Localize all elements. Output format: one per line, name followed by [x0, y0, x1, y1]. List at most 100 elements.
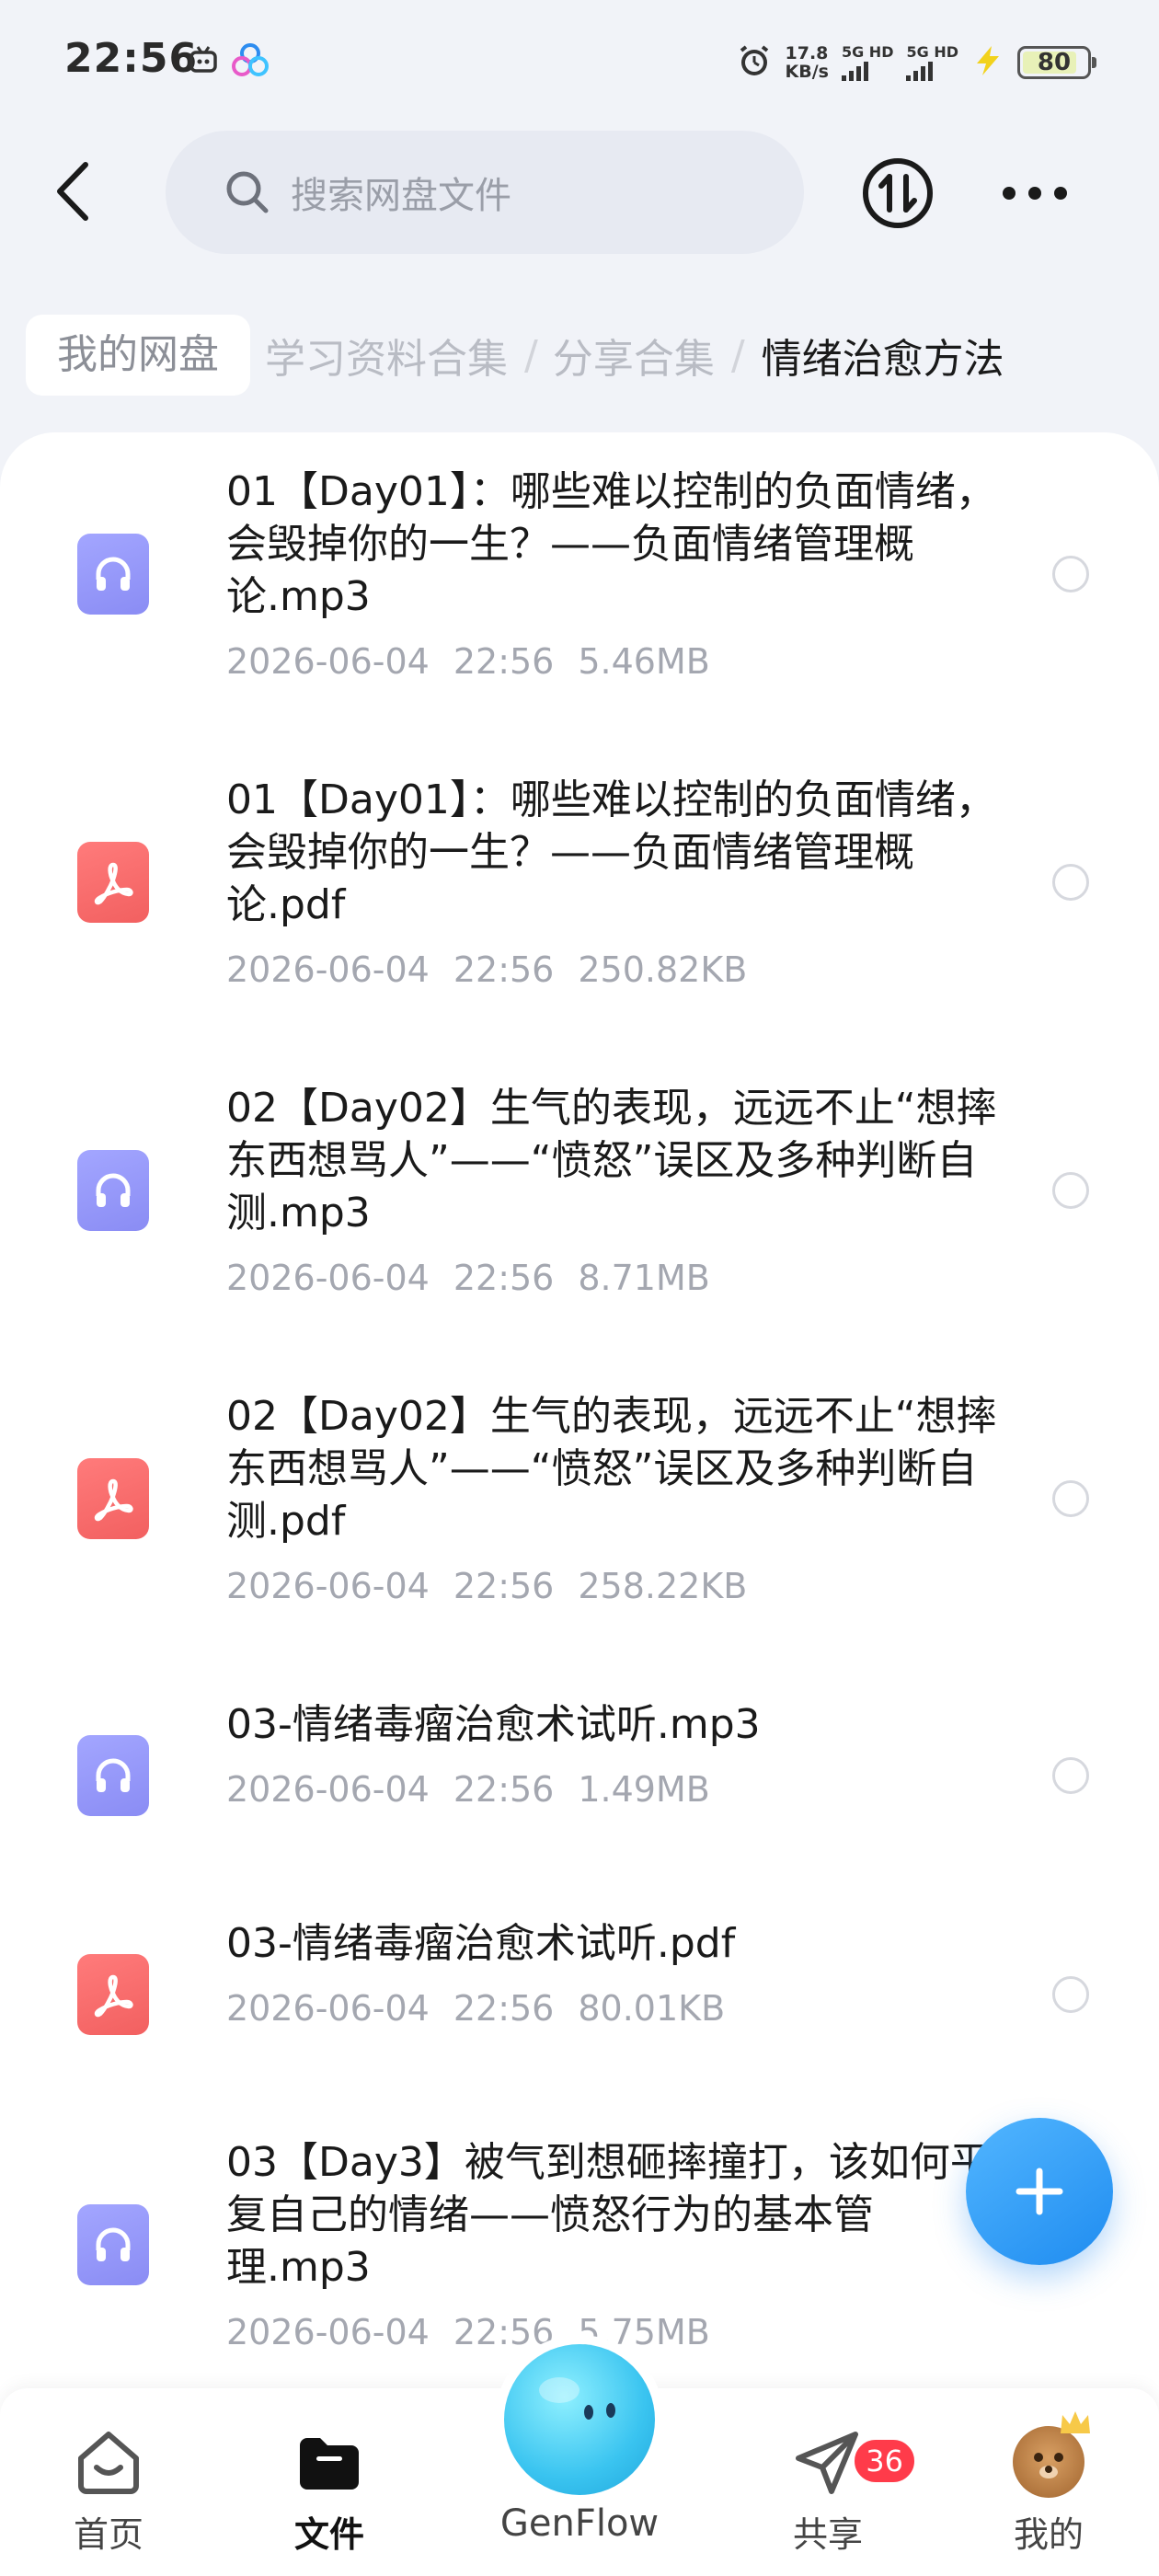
file-text: 01【Day01】：哪些难以控制的负面情绪，会毁掉你的一生？——负面情绪管理概论… [226, 466, 999, 684]
file-meta: 2026-06-04 22:56 258.22KB [226, 1564, 999, 1608]
avatar [1013, 2411, 1090, 2501]
file-text: 02【Day02】生气的表现，远远不止“想摔东西想骂人”——“愤怒”误区及多种判… [226, 1390, 999, 1608]
charging-icon [971, 44, 1004, 81]
chevron-left-icon [57, 162, 88, 221]
breadcrumb-item[interactable]: 学习资料合集 [265, 326, 508, 385]
transfer-icon [863, 158, 933, 228]
nav-home[interactable]: 首页 [26, 2388, 191, 2576]
file-name: 02【Day02】生气的表现，远远不止“想摔东西想骂人”——“愤怒”误区及多种判… [226, 1085, 997, 1236]
file-text: 02【Day02】生气的表现，远远不止“想摔东西想骂人”——“愤怒”误区及多种判… [226, 1082, 999, 1300]
signal-bars-icon [841, 61, 868, 81]
select-checkbox[interactable] [1052, 864, 1089, 901]
headphones-icon [96, 1758, 131, 1792]
more-dot [1054, 187, 1067, 200]
signal-bars-icon [906, 61, 934, 81]
file-time: 22:56 [453, 641, 555, 682]
signal-sim2: 5G HD [906, 44, 958, 81]
select-checkbox[interactable] [1052, 1757, 1089, 1794]
more-dot [1003, 187, 1016, 200]
audio-file-icon [77, 1735, 149, 1816]
nav-share[interactable]: 36 共享 [745, 2388, 918, 2576]
search-input[interactable]: 搜索网盘文件 [166, 131, 804, 254]
breadcrumb-separator: / [524, 331, 538, 379]
select-checkbox[interactable] [1052, 1172, 1089, 1209]
select-checkbox[interactable] [1052, 1976, 1089, 2013]
headphones-icon [96, 1173, 131, 1207]
back-button[interactable] [40, 155, 105, 228]
file-size: 80.01KB [578, 1988, 726, 2029]
file-date: 2026-06-04 [226, 1258, 430, 1298]
file-time: 22:56 [453, 1566, 555, 1606]
crown-icon [1061, 2411, 1090, 2433]
status-time: 22:56 [64, 35, 199, 82]
genflow-button[interactable] [504, 2344, 655, 2495]
battery-icon: 80 [1017, 46, 1096, 79]
file-row[interactable]: 01【Day01】：哪些难以控制的负面情绪，会毁掉你的一生？——负面情绪管理概论… [0, 432, 1159, 741]
folder-icon [293, 2423, 366, 2501]
select-checkbox[interactable] [1052, 556, 1089, 592]
file-time: 22:56 [453, 1258, 555, 1298]
acrobat-icon [94, 1974, 133, 2018]
file-date: 2026-06-04 [226, 949, 430, 990]
nav-genflow-label[interactable]: GenFlow [488, 2502, 671, 2545]
file-name: 02【Day02】生气的表现，远远不止“想摔东西想骂人”——“愤怒”误区及多种判… [226, 1393, 997, 1545]
speed-unit: KB/s [785, 62, 829, 82]
sim1-label: 5G HD [841, 43, 894, 61]
breadcrumb-root[interactable]: 我的网盘 [26, 315, 250, 396]
file-time: 22:56 [453, 1769, 555, 1810]
file-row[interactable]: 02【Day02】生气的表现，远远不止“想摔东西想骂人”——“愤怒”误区及多种判… [0, 1049, 1159, 1357]
file-size: 258.22KB [578, 1566, 748, 1606]
plus-icon [1016, 2168, 1063, 2215]
file-time: 22:56 [453, 1988, 555, 2029]
add-button[interactable] [966, 2118, 1113, 2265]
sim2-label: 5G HD [906, 43, 958, 61]
file-meta: 2026-06-04 22:56 1.49MB [226, 1767, 999, 1811]
headphones-icon [96, 2227, 131, 2261]
file-date: 2026-06-04 [226, 2312, 430, 2352]
file-row[interactable]: 03-情绪毒瘤治愈术试听.pdf 2026-06-04 22:56 80.01KB [0, 1884, 1159, 2103]
file-text: 01【Day01】：哪些难以控制的负面情绪，会毁掉你的一生？——负面情绪管理概论… [226, 774, 999, 992]
headphones-icon [96, 557, 131, 591]
app-cloud-icon [232, 42, 269, 81]
nav-files[interactable]: 文件 [247, 2388, 412, 2576]
file-size: 5.46MB [578, 641, 710, 682]
file-text: 03【Day3】被气到想砸摔撞打，该如何平复自己的情绪——愤怒行为的基本管理.m… [226, 2136, 999, 2354]
file-size: 8.71MB [578, 1258, 710, 1298]
file-name: 03【Day3】被气到想砸摔撞打，该如何平复自己的情绪——愤怒行为的基本管理.m… [226, 2139, 991, 2291]
search-icon [226, 171, 269, 213]
breadcrumb-separator: / [730, 331, 745, 379]
file-text: 03-情绪毒瘤治愈术试听.pdf 2026-06-04 22:56 80.01KB [226, 1917, 999, 2030]
file-meta: 2026-06-04 22:56 80.01KB [226, 1986, 999, 2030]
file-row[interactable]: 02【Day02】生气的表现，远远不止“想摔东西想骂人”——“愤怒”误区及多种判… [0, 1357, 1159, 1665]
search-placeholder: 搜索网盘文件 [291, 175, 511, 217]
file-name: 03-情绪毒瘤治愈术试听.mp3 [226, 1701, 761, 1748]
nav-mine-label: 我的 [1013, 2514, 1084, 2555]
acrobat-icon [94, 862, 133, 905]
status-bar: 22:56 17.8 KB/s 5G HD 5G HD 80 [0, 0, 1159, 120]
file-date: 2026-06-04 [226, 1769, 430, 1810]
nav-home-label: 首页 [73, 2514, 143, 2555]
screen: 22:56 17.8 KB/s 5G HD 5G HD 80 搜索网盘文件 我的… [0, 0, 1159, 2576]
breadcrumb-item[interactable]: 分享合集 [553, 326, 715, 385]
transfer-button[interactable] [861, 156, 935, 230]
file-row[interactable]: 01【Day01】：哪些难以控制的负面情绪，会毁掉你的一生？——负面情绪管理概论… [0, 741, 1159, 1049]
battery-level: 80 [1037, 49, 1072, 76]
share-badge: 36 [851, 2436, 918, 2486]
audio-file-icon [77, 534, 149, 615]
nav-mine[interactable]: 我的 [966, 2388, 1131, 2576]
select-checkbox[interactable] [1052, 1480, 1089, 1517]
file-time: 22:56 [453, 949, 555, 990]
pdf-file-icon [77, 842, 149, 923]
file-date: 2026-06-04 [226, 641, 430, 682]
pdf-file-icon [77, 1954, 149, 2035]
more-button[interactable] [1003, 177, 1067, 210]
acrobat-icon [94, 1478, 133, 1522]
more-dot [1028, 187, 1041, 200]
home-icon [72, 2423, 145, 2501]
file-date: 2026-06-04 [226, 1988, 430, 2029]
pdf-file-icon [77, 1458, 149, 1539]
file-row[interactable]: 03-情绪毒瘤治愈术试听.mp3 2026-06-04 22:56 1.49MB [0, 1665, 1159, 1884]
breadcrumb-current: 情绪治愈方法 [761, 336, 1004, 383]
file-date: 2026-06-04 [226, 1566, 430, 1606]
avatar-image [1013, 2411, 1090, 2498]
